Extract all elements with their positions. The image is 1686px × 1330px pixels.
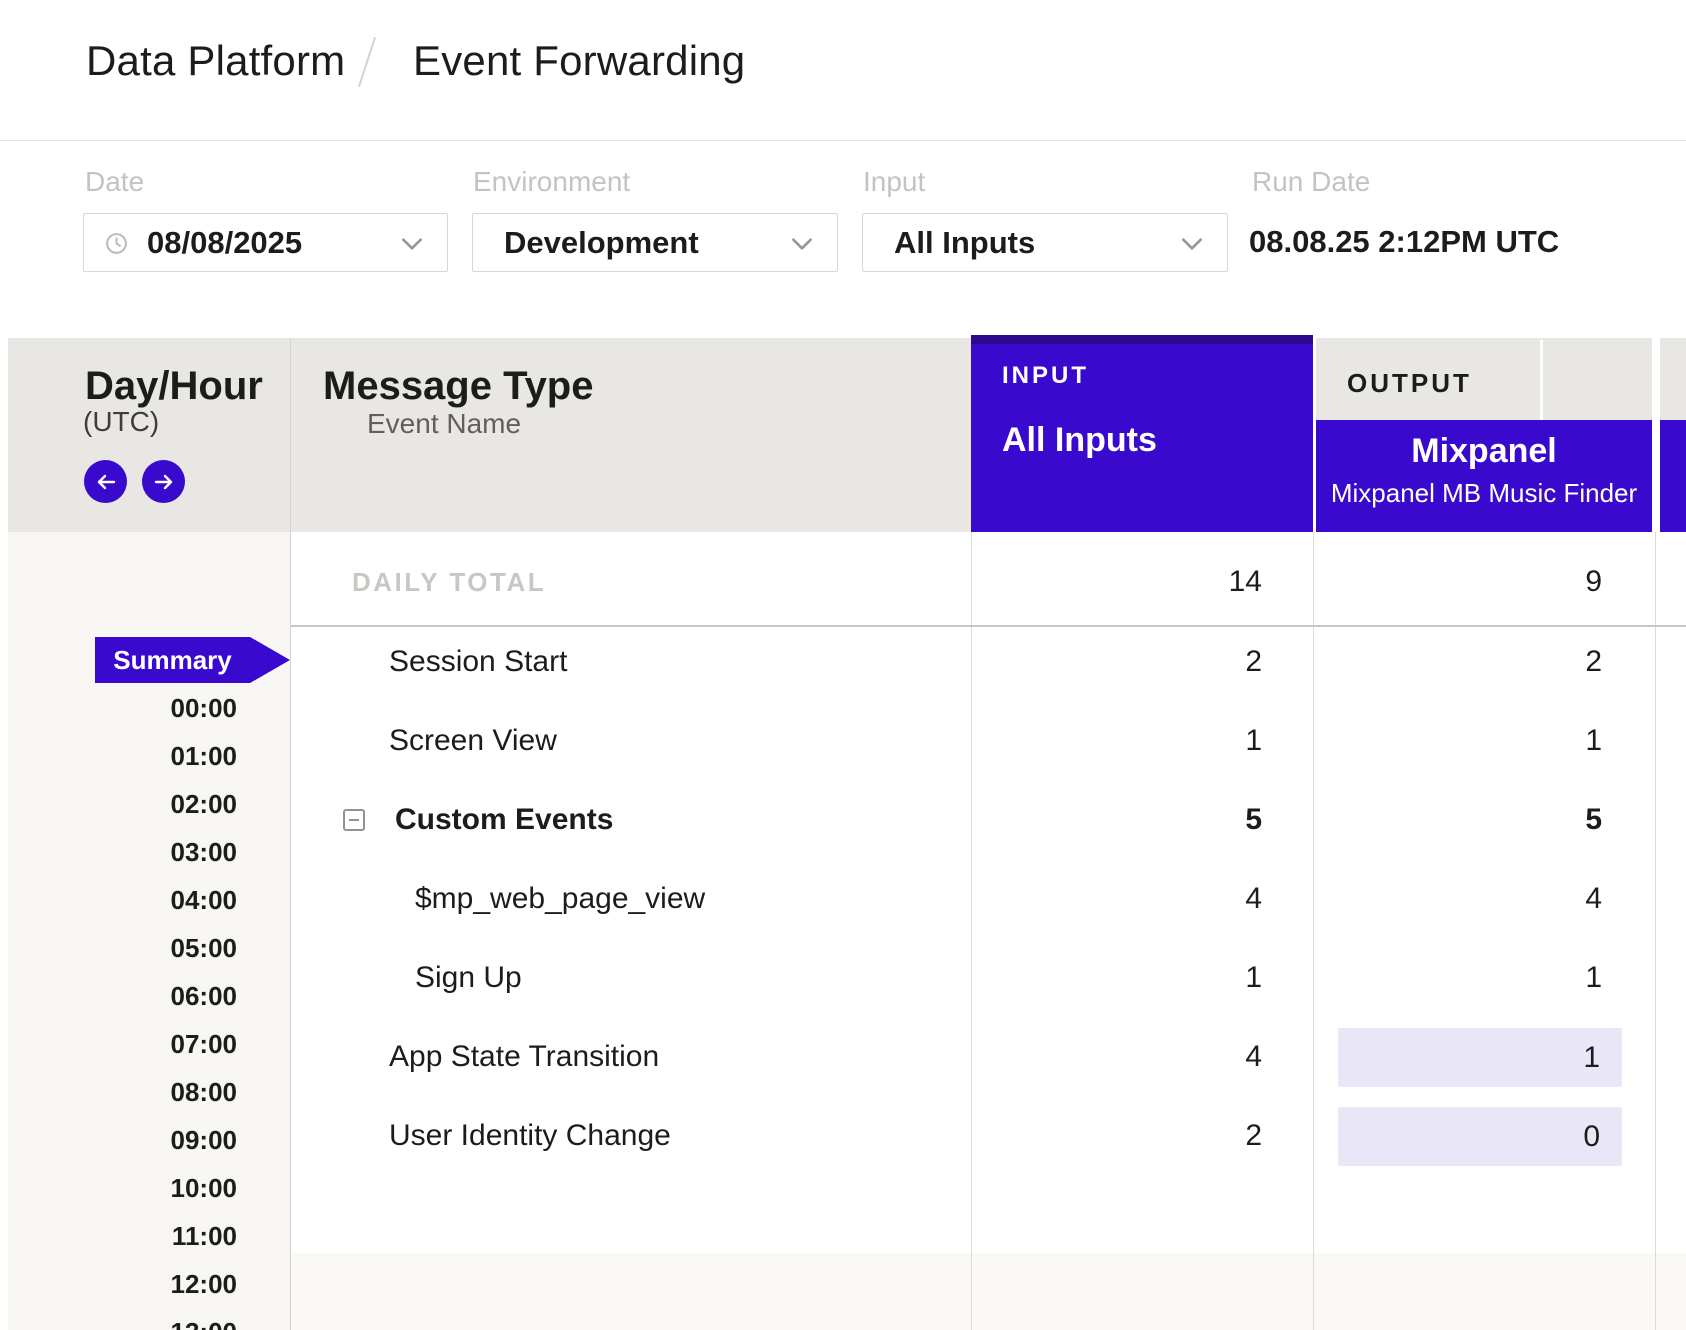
minus-box-icon[interactable] — [343, 809, 365, 831]
event-row-name: User Identity Change — [389, 1118, 671, 1154]
event-forwarding-page: Data Platform Event Forwarding Date Envi… — [0, 0, 1686, 1330]
output-count: 4 — [1313, 881, 1602, 917]
input-count: 1 — [971, 960, 1262, 996]
event-row-name: $mp_web_page_view — [415, 881, 705, 917]
input-count: 1 — [971, 723, 1262, 759]
event-row-name: App State Transition — [389, 1039, 659, 1075]
input-count: 4 — [971, 881, 1262, 917]
event-row-name: Sign Up — [415, 960, 522, 996]
output-count: 1 — [1313, 960, 1602, 996]
event-row-name: Custom Events — [395, 802, 613, 838]
input-count: 5 — [971, 802, 1262, 838]
input-count: 2 — [971, 644, 1262, 680]
output-count: 5 — [1313, 802, 1602, 838]
output-count-highlighted: 0 — [1338, 1107, 1622, 1166]
output-count-highlighted: 1 — [1338, 1028, 1622, 1087]
input-count: 4 — [971, 1039, 1262, 1075]
input-count: 2 — [971, 1118, 1262, 1154]
summary-tab[interactable]: Summary — [95, 637, 250, 683]
output-count: 1 — [1313, 723, 1602, 759]
event-row-name: Screen View — [389, 723, 557, 759]
event-row-name: Session Start — [389, 644, 567, 680]
output-count: 2 — [1313, 644, 1602, 680]
